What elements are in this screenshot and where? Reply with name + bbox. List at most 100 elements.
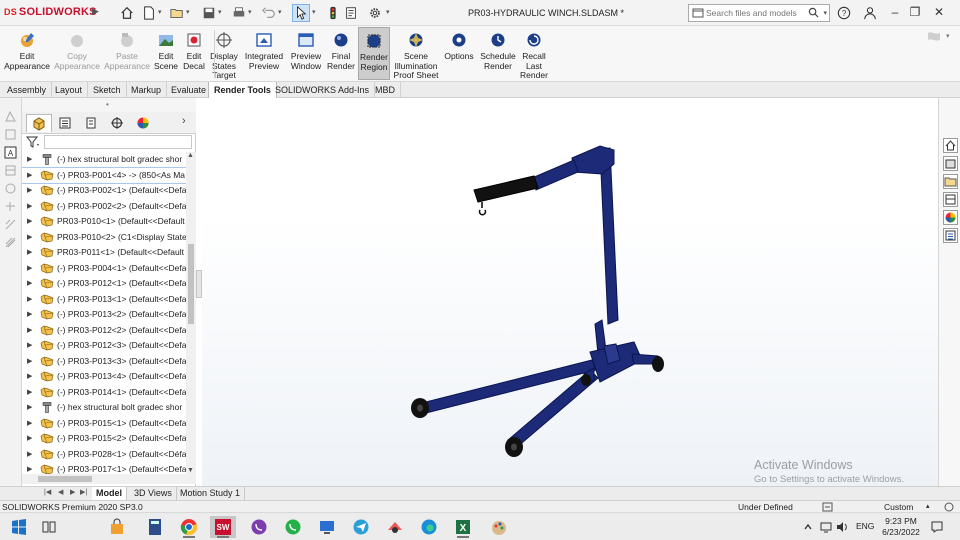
system-clock[interactable]: 9:23 PM 6/23/2022: [880, 516, 922, 538]
scroll-down-icon[interactable]: ▼: [187, 467, 194, 474]
expand-arrow-icon[interactable]: ▶: [27, 400, 32, 415]
search-input[interactable]: [706, 6, 810, 20]
tab-markup[interactable]: Markup: [126, 82, 168, 98]
minimize-button[interactable]: –: [886, 3, 904, 21]
search-box[interactable]: ▾: [688, 4, 830, 22]
schedule-render-button[interactable]: Schedule Render: [478, 31, 518, 71]
expand-arrow-icon[interactable]: ▶: [27, 292, 32, 307]
rail-tool-icon-3[interactable]: [4, 164, 17, 177]
tree-row[interactable]: ▶ (-) PR03-P013<4> (Default<<Defa: [22, 369, 186, 384]
tree-row[interactable]: ▶ (-) PR03-P012<1> (Default<<Defa: [22, 276, 186, 291]
expand-arrow-icon[interactable]: ▶: [27, 385, 32, 400]
prev-tab-arrow-icon[interactable]: ◀: [58, 488, 63, 496]
taskbar-app-edge[interactable]: [416, 516, 442, 538]
input-language-indicator[interactable]: ENG: [856, 521, 874, 531]
integrated-preview-button[interactable]: Integrated Preview: [244, 31, 284, 71]
scroll-thumb[interactable]: [188, 244, 194, 324]
volume-icon[interactable]: [836, 521, 848, 533]
edit-appearance-button[interactable]: Edit Appearance: [4, 31, 50, 71]
tree-row[interactable]: ▶ (-) PR03-P017<1> (Default<<Defa: [22, 462, 186, 474]
taskbar-app-viber[interactable]: [246, 516, 272, 538]
render-flag-icon[interactable]: [926, 30, 942, 44]
edit-scene-button[interactable]: Edit Scene: [152, 31, 180, 71]
rail-tool-icon-1[interactable]: [4, 110, 17, 123]
property-manager-tab[interactable]: [52, 114, 78, 132]
scroll-up-icon[interactable]: ▲: [187, 152, 194, 159]
search-scope-icon[interactable]: [692, 7, 704, 19]
filter-icon[interactable]: [26, 136, 40, 148]
file-properties-icon[interactable]: [342, 4, 360, 22]
expand-arrow-icon[interactable]: ▶: [27, 261, 32, 276]
help-icon[interactable]: ?: [836, 5, 852, 21]
configuration-manager-tab[interactable]: [78, 114, 104, 132]
notifications-icon[interactable]: [930, 520, 944, 534]
taskbar-app-whatsapp[interactable]: [280, 516, 306, 538]
more-tabs-chevron-icon[interactable]: ›: [182, 115, 186, 127]
tree-row[interactable]: ▶ (-) PR03-P013<2> (Default<<Defa: [22, 307, 186, 322]
tree-row[interactable]: ▶ (-) PR03-P014<1> (Default<<Defa: [22, 385, 186, 400]
tree-row[interactable]: ▶ (-) hex structural bolt gradec shor: [22, 152, 186, 167]
custom-properties-tab[interactable]: [943, 228, 958, 243]
tree-row[interactable]: ▶ (-) PR03-P015<1> (Default<<Defa: [22, 416, 186, 431]
new-dropdown-icon[interactable]: ▾: [158, 8, 162, 16]
expand-arrow-icon[interactable]: ▶: [27, 447, 32, 462]
tab-solidworks-add-ins[interactable]: SOLIDWORKS Add-Ins: [270, 82, 376, 98]
tree-row[interactable]: ▶ (-) PR03-P002<2> (Default<<Defa: [22, 199, 186, 214]
tree-row[interactable]: ▶ PR03-P010<1> (Default<<Default: [22, 214, 186, 229]
menu-expand-icon[interactable]: ▶: [92, 6, 99, 17]
restore-button[interactable]: ❐: [906, 3, 924, 21]
close-button[interactable]: ✕: [930, 3, 948, 21]
expand-arrow-icon[interactable]: ▶: [27, 168, 32, 183]
expand-arrow-icon[interactable]: ▶: [27, 338, 32, 353]
tree-row[interactable]: ▶ PR03-P010<2> (C1<Display State-: [22, 230, 186, 245]
scene-illumination-proof-sheet-button[interactable]: Scene Illumination Proof Sheet: [393, 31, 439, 81]
next-tab-arrow-icon[interactable]: ▶: [70, 488, 75, 496]
expand-arrow-icon[interactable]: ▶: [27, 323, 32, 338]
undo-dropdown-icon[interactable]: ▾: [278, 8, 282, 16]
tab-assembly[interactable]: Assembly: [2, 82, 53, 98]
preview-window-button[interactable]: Preview Window: [288, 31, 324, 71]
dimxpert-manager-tab[interactable]: [104, 114, 130, 132]
tree-row[interactable]: ▶ (-) PR03-P002<1> (Default<<Defa: [22, 183, 186, 198]
expand-arrow-icon[interactable]: ▶: [27, 199, 32, 214]
help-status-icon[interactable]: [944, 502, 954, 512]
render-region-button[interactable]: Render Region: [358, 27, 390, 80]
tab-mbd[interactable]: MBD: [370, 82, 401, 98]
bottom-tab-motion-study-1[interactable]: Motion Study 1: [176, 487, 246, 500]
feature-manager-tab[interactable]: [26, 114, 52, 132]
undo-icon[interactable]: [260, 4, 278, 22]
rail-tool-icon-5[interactable]: [4, 200, 17, 213]
bottom-tab-3d-views[interactable]: 3D Views: [130, 487, 177, 500]
solidworks-resources-tab[interactable]: [943, 138, 958, 153]
taskbar-app-telegram[interactable]: [348, 516, 374, 538]
options-dropdown-icon[interactable]: ▾: [386, 8, 390, 16]
paste-appearance-button[interactable]: Paste Appearance: [104, 31, 150, 71]
select-cursor-icon[interactable]: [292, 4, 310, 22]
rebuild-traffic-light-icon[interactable]: [324, 4, 342, 22]
save-icon[interactable]: [200, 4, 218, 22]
expand-arrow-icon[interactable]: ▶: [27, 416, 32, 431]
tab-render-tools[interactable]: Render Tools: [208, 82, 277, 98]
search-dropdown-icon[interactable]: ▾: [823, 9, 827, 17]
rail-tool-icon-6[interactable]: [4, 218, 17, 231]
recall-last-render-button[interactable]: Recall Last Render: [518, 31, 550, 81]
taskbar-app-paint[interactable]: [486, 516, 512, 538]
appearances-tab[interactable]: [943, 210, 958, 225]
tree-row[interactable]: ▶ (-) PR03-P001<4> -> (850<As Ma: [22, 166, 186, 184]
show-hidden-icons-icon[interactable]: [802, 521, 814, 533]
expand-arrow-icon[interactable]: ▶: [27, 183, 32, 198]
task-view-button[interactable]: [36, 516, 62, 538]
home-icon[interactable]: [118, 4, 136, 22]
display-manager-tab[interactable]: [130, 114, 156, 132]
expand-arrow-icon[interactable]: ▶: [27, 276, 32, 291]
taskbar-app-store[interactable]: [104, 516, 130, 538]
engine-crane-model[interactable]: [202, 98, 938, 486]
expand-arrow-icon[interactable]: ▶: [27, 354, 32, 369]
save-dropdown-icon[interactable]: ▾: [218, 8, 222, 16]
rail-tool-icon-7[interactable]: [4, 236, 17, 249]
user-account-icon[interactable]: [862, 5, 878, 21]
expand-arrow-icon[interactable]: ▶: [27, 369, 32, 384]
tree-row[interactable]: ▶ (-) hex structural bolt gradec shor: [22, 400, 186, 415]
tree-filter-input[interactable]: [44, 135, 192, 149]
tree-row[interactable]: ▶ (-) PR03-P015<2> (Default<<Defa: [22, 431, 186, 446]
